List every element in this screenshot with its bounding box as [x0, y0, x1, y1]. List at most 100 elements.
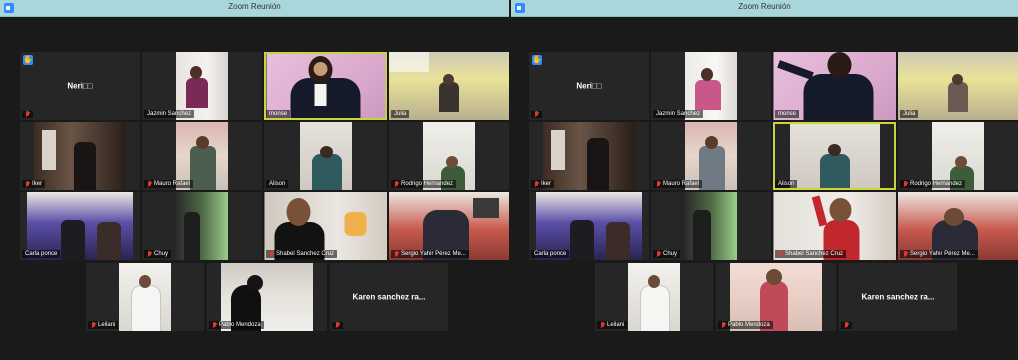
mic-muted-icon — [25, 180, 30, 188]
mic-muted-icon — [25, 111, 30, 118]
participant-tile-jazmin[interactable]: Jazmin Sanchez — [142, 52, 262, 120]
name-label: Jazmin Sanchez — [144, 110, 195, 118]
participant-name: Iker — [32, 181, 43, 187]
participant-tile-neri[interactable]: ✋ Neri□□ — [20, 52, 140, 120]
participant-tile-jazmin[interactable]: Jazmin Sanchez — [651, 52, 771, 120]
name-label: Iker — [22, 180, 46, 188]
participant-tile-karen[interactable]: Karen sanchez ra... — [330, 263, 448, 331]
video-feed — [543, 122, 635, 190]
participant-tile-monse[interactable]: monse — [264, 52, 387, 120]
participant-name: Julia — [394, 111, 407, 117]
name-label: Alison — [266, 180, 289, 188]
name-label: Rodrigo Hernandez — [900, 180, 966, 188]
name-label: Shabel Sanchez Cruz — [775, 250, 847, 258]
participant-tile-sergio[interactable]: Sergio Yahir Pérez Me... — [389, 192, 509, 260]
zoom-window-right[interactable]: Zoom Reunión ✋ Neri□□ Jazmin Sanchez mon… — [511, 0, 1018, 360]
participant-name: Alison — [778, 181, 795, 187]
participant-name: Rodrigo Hernandez — [910, 181, 963, 187]
raise-hand-icon: ✋ — [532, 55, 542, 65]
participant-tile-karen[interactable]: Karen sanchez ra... — [839, 263, 957, 331]
video-feed — [628, 263, 680, 331]
mic-muted-icon — [394, 250, 399, 258]
video-feed — [789, 124, 880, 188]
mic-muted-icon — [600, 321, 605, 329]
participant-name: Sergio Yahir Pérez Me... — [910, 251, 975, 257]
mic-muted-icon — [721, 321, 726, 329]
participant-name: Shabel Sanchez Cruz — [785, 251, 844, 257]
participant-tile-carla[interactable]: Carla ponce — [529, 192, 649, 260]
name-label: monse — [775, 110, 800, 118]
mic-muted-icon — [778, 250, 783, 258]
participant-name: Alison — [269, 181, 286, 187]
participant-tile-rodrigo[interactable]: Rodrigo Hernandez — [389, 122, 509, 190]
mic-muted-icon — [534, 111, 539, 118]
name-label: Alison — [775, 180, 798, 188]
title-bar[interactable]: Zoom Reunión — [0, 0, 509, 17]
participant-name: Carla ponce — [534, 251, 567, 257]
participant-tile-shabel[interactable]: Shabel Sanchez Cruz — [264, 192, 387, 260]
participant-name: Karen sanchez ra... — [861, 292, 935, 302]
participant-tile-mauro[interactable]: Mauro Rafael — [142, 122, 262, 190]
participant-tile-leilani[interactable]: Leilani — [595, 263, 713, 331]
mic-muted-icon — [147, 180, 152, 188]
participant-name: Rodrigo Hernandez — [401, 181, 454, 187]
participant-tile-alison[interactable]: Alison — [773, 122, 896, 190]
participant-tile-rodrigo[interactable]: Rodrigo Hernandez — [898, 122, 1018, 190]
participant-name: Mauro Rafael — [154, 181, 191, 187]
participant-tile-mauro[interactable]: Mauro Rafael — [651, 122, 771, 190]
name-label — [841, 322, 852, 329]
name-label: Mauro Rafael — [653, 180, 703, 188]
mic-muted-icon — [212, 321, 217, 329]
participant-tile-sergio[interactable]: Sergio Yahir Pérez Me... — [898, 192, 1018, 260]
participant-tile-pablo[interactable]: Pablo Mendoza — [207, 263, 327, 331]
mic-muted-icon — [269, 250, 274, 258]
mic-muted-icon — [147, 250, 152, 258]
name-label: Sergio Yahir Pérez Me... — [391, 250, 469, 258]
participant-tile-julia[interactable]: Julia — [389, 52, 509, 120]
name-label: Carla ponce — [22, 250, 61, 258]
video-feed — [34, 122, 126, 190]
participant-tile-neri[interactable]: ✋ Neri□□ — [529, 52, 649, 120]
mic-muted-icon — [903, 250, 908, 258]
participant-tile-chuy[interactable]: Chuy — [651, 192, 771, 260]
name-label: Mauro Rafael — [144, 180, 194, 188]
participant-tile-chuy[interactable]: Chuy — [142, 192, 262, 260]
name-label — [22, 111, 33, 118]
participant-tile-iker[interactable]: Iker — [20, 122, 140, 190]
participant-tile-shabel[interactable]: Shabel Sanchez Cruz — [773, 192, 896, 260]
name-label: Sergio Yahir Pérez Me... — [900, 250, 978, 258]
participant-name: Neri□□ — [67, 81, 93, 91]
title-bar[interactable]: Zoom Reunión — [511, 0, 1018, 17]
participant-tile-monse[interactable]: monse — [773, 52, 896, 120]
video-feed — [176, 192, 228, 260]
participant-tile-leilani[interactable]: Leilani — [86, 263, 204, 331]
participant-name: Jazmin Sanchez — [656, 111, 701, 117]
participant-name: Carla ponce — [25, 251, 58, 257]
video-feed — [119, 263, 171, 331]
video-feed — [685, 192, 737, 260]
participant-name: Neri□□ — [576, 81, 602, 91]
window-title: Zoom Reunión — [738, 2, 791, 11]
participant-tile-iker[interactable]: Iker — [529, 122, 649, 190]
mic-muted-icon — [91, 321, 96, 329]
name-label: Pablo Mendoza — [209, 321, 264, 329]
participant-tile-carla[interactable]: Carla ponce — [20, 192, 140, 260]
participant-name: monse — [778, 111, 797, 117]
participant-name: Iker — [541, 181, 552, 187]
mic-muted-icon — [394, 180, 399, 188]
participant-name: monse — [269, 111, 288, 117]
name-label: Chuy — [653, 250, 681, 258]
name-label: Rodrigo Hernandez — [391, 180, 457, 188]
name-label: monse — [266, 110, 291, 118]
zoom-window-left[interactable]: Zoom Reunión ✋ Neri□□ Jazmin Sanchez mon… — [0, 0, 509, 360]
participant-name: Pablo Mendoza — [728, 322, 770, 328]
name-label — [332, 322, 343, 329]
participant-tile-pablo[interactable]: Pablo Mendoza — [716, 263, 836, 331]
mic-muted-icon — [534, 180, 539, 188]
participant-name: Pablo Mendoza — [219, 322, 261, 328]
name-label: Leilani — [597, 321, 628, 329]
participant-name: Leilani — [607, 322, 625, 328]
participant-tile-alison[interactable]: Alison — [264, 122, 387, 190]
participant-name: Julia — [903, 111, 916, 117]
participant-tile-julia[interactable]: Julia — [898, 52, 1018, 120]
